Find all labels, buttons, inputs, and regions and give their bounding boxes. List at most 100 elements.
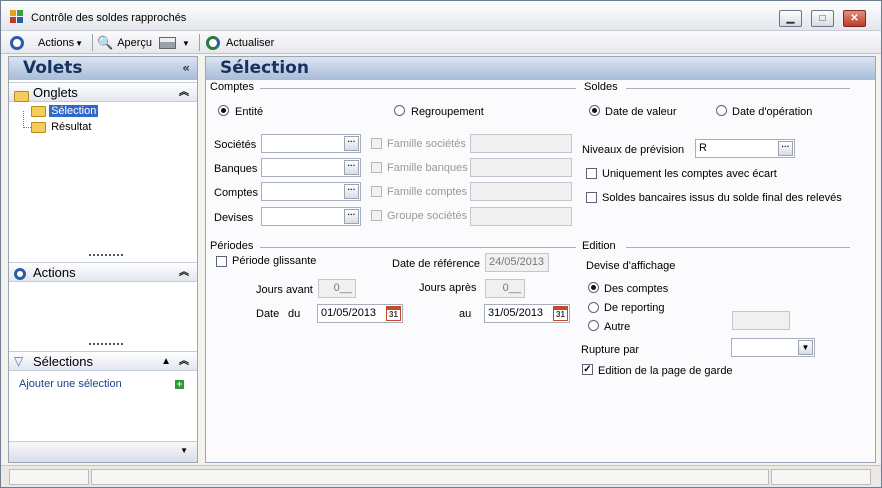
tab-resultat[interactable]: Résultat (31, 120, 93, 134)
date-reference-input[interactable]: 24/05/2013 (485, 253, 549, 272)
group-divider (260, 247, 576, 248)
preview-button[interactable]: 🔍 Aperçu (97, 35, 152, 51)
splitter-grip[interactable] (89, 254, 123, 256)
jours-avant-input[interactable]: 0__ (318, 279, 356, 298)
maximize-button[interactable]: □ (811, 10, 834, 27)
radio-date-operation[interactable] (716, 105, 727, 116)
niveaux-prevision-input[interactable]: R ··· (695, 139, 795, 158)
radio-regroupement-label: Regroupement (411, 106, 484, 118)
famille-banques-checkbox[interactable] (371, 162, 382, 173)
radio-entite[interactable] (218, 105, 229, 116)
page-garde-checkbox[interactable]: ✓ (582, 364, 593, 375)
famille-societes-input[interactable] (470, 134, 572, 153)
actions-icon (14, 266, 28, 280)
window-title: Contrôle des soldes rapprochés (31, 12, 187, 24)
banques-input[interactable]: ··· (261, 158, 361, 177)
groupe-societes-label: Groupe sociétés (387, 210, 468, 222)
ellipsis-button[interactable]: ··· (344, 160, 359, 175)
calendar-icon[interactable]: 31 (386, 306, 401, 321)
refresh-label: Actualiser (226, 37, 275, 49)
splitter-grip[interactable] (89, 343, 123, 345)
chevron-up-icon[interactable]: ︽ (179, 352, 189, 371)
title-bar[interactable]: Contrôle des soldes rapprochés ▁ □ ✕ (1, 1, 881, 31)
uniquement-ecart-label: Uniquement les comptes avec écart (602, 168, 777, 180)
comptes-input[interactable]: ··· (261, 182, 361, 201)
ellipsis-button[interactable]: ··· (344, 184, 359, 199)
chevron-up-icon[interactable]: ︽ (179, 83, 189, 102)
refresh-button[interactable]: Actualiser (206, 35, 274, 51)
jours-apres-input[interactable]: 0__ (485, 279, 525, 298)
soldes-bancaires-label: Soldes bancaires issus du solde final de… (602, 192, 842, 204)
toolbar-separator (199, 34, 200, 51)
radio-regroupement[interactable] (394, 105, 405, 116)
soldes-bancaires-checkbox[interactable] (586, 192, 597, 203)
famille-societes-checkbox[interactable] (371, 138, 382, 149)
rupture-par-label: Rupture par (581, 344, 640, 356)
chevron-up-icon[interactable]: ︽ (179, 263, 189, 282)
groupe-societes-input[interactable] (470, 207, 572, 226)
devise-affichage-label: Devise d'affichage (586, 260, 676, 272)
tab-resultat-label: Résultat (51, 121, 92, 133)
selections-section-header[interactable]: ▽ Sélections ▲ ︽ (9, 351, 197, 371)
radio-autre-label: Autre (604, 321, 631, 333)
uniquement-ecart-checkbox[interactable] (586, 168, 597, 179)
devises-label: Devises (214, 212, 254, 224)
jours-apres-label: Jours après (419, 282, 477, 294)
add-selection-link[interactable]: Ajouter une sélection (19, 378, 122, 390)
minimize-button[interactable]: ▁ (779, 10, 802, 27)
famille-banques-input[interactable] (470, 158, 572, 177)
calendar-icon[interactable]: 31 (553, 306, 568, 321)
radio-date-operation-label: Date d'opération (732, 106, 813, 118)
tab-selection[interactable]: Sélection (31, 104, 99, 118)
actions-section-title: Actions (33, 265, 76, 280)
chevron-down-icon[interactable]: ▼ (798, 340, 813, 355)
toolbar: Actions ▼ 🔍 Aperçu ▼ Actualiser (1, 31, 881, 54)
selections-section-title: Sélections (33, 354, 93, 369)
societes-input[interactable]: ··· (261, 134, 361, 153)
devises-input[interactable]: ··· (261, 207, 361, 226)
comptes-label: Comptes (214, 187, 259, 199)
autre-input[interactable] (732, 311, 790, 330)
tabs-section-header[interactable]: Onglets ︽ (9, 82, 197, 103)
preview-label: Aperçu (117, 37, 153, 49)
ellipsis-button[interactable]: ··· (344, 136, 359, 151)
actions-icon (10, 36, 24, 50)
rupture-par-select[interactable]: ▼ (731, 338, 815, 357)
radio-de-reporting-label: De reporting (604, 302, 665, 314)
add-icon[interactable]: + (175, 380, 184, 389)
date-reference-label: Date de référence (392, 258, 481, 270)
tab-selection-label: Sélection (49, 105, 99, 117)
tree-connector (23, 111, 31, 128)
app-icon (10, 10, 24, 24)
actions-section-header[interactable]: Actions ︽ (9, 262, 197, 282)
radio-de-reporting[interactable] (588, 302, 599, 313)
arrow-up-icon[interactable]: ▲ (161, 352, 171, 371)
open-folder-icon (31, 105, 46, 117)
famille-comptes-input[interactable] (470, 182, 572, 201)
status-cell (91, 469, 769, 485)
periode-glissante-checkbox[interactable] (216, 256, 227, 267)
left-pane: Volets « Onglets ︽ Sélection Résultat Ac… (8, 56, 198, 463)
ellipsis-button[interactable]: ··· (778, 141, 793, 156)
du-label: du (288, 308, 301, 320)
societes-label: Sociétés (214, 139, 257, 151)
date-du-input[interactable]: 01/05/2013 31 (317, 304, 403, 323)
actions-label: Actions (38, 37, 75, 49)
famille-comptes-checkbox[interactable] (371, 186, 382, 197)
ellipsis-button[interactable]: ··· (344, 209, 359, 224)
date-au-input[interactable]: 31/05/2013 31 (484, 304, 570, 323)
printer-icon (159, 37, 176, 49)
radio-date-valeur[interactable] (589, 105, 600, 116)
actions-menu[interactable]: Actions ▼ (10, 35, 83, 51)
radio-des-comptes[interactable] (588, 282, 599, 293)
close-button[interactable]: ✕ (843, 10, 866, 27)
radio-des-comptes-label: Des comptes (604, 283, 669, 295)
collapse-pane-button[interactable]: « (182, 57, 190, 80)
radio-autre[interactable] (588, 320, 599, 331)
groupe-societes-checkbox[interactable] (371, 210, 382, 221)
left-pane-footer: ▼ (9, 441, 197, 462)
famille-banques-label: Famille banques (387, 162, 468, 174)
print-button[interactable]: ▼ (159, 35, 190, 51)
chevron-down-icon[interactable]: ▼ (180, 446, 188, 455)
magnifier-icon: 🔍 (97, 35, 114, 50)
